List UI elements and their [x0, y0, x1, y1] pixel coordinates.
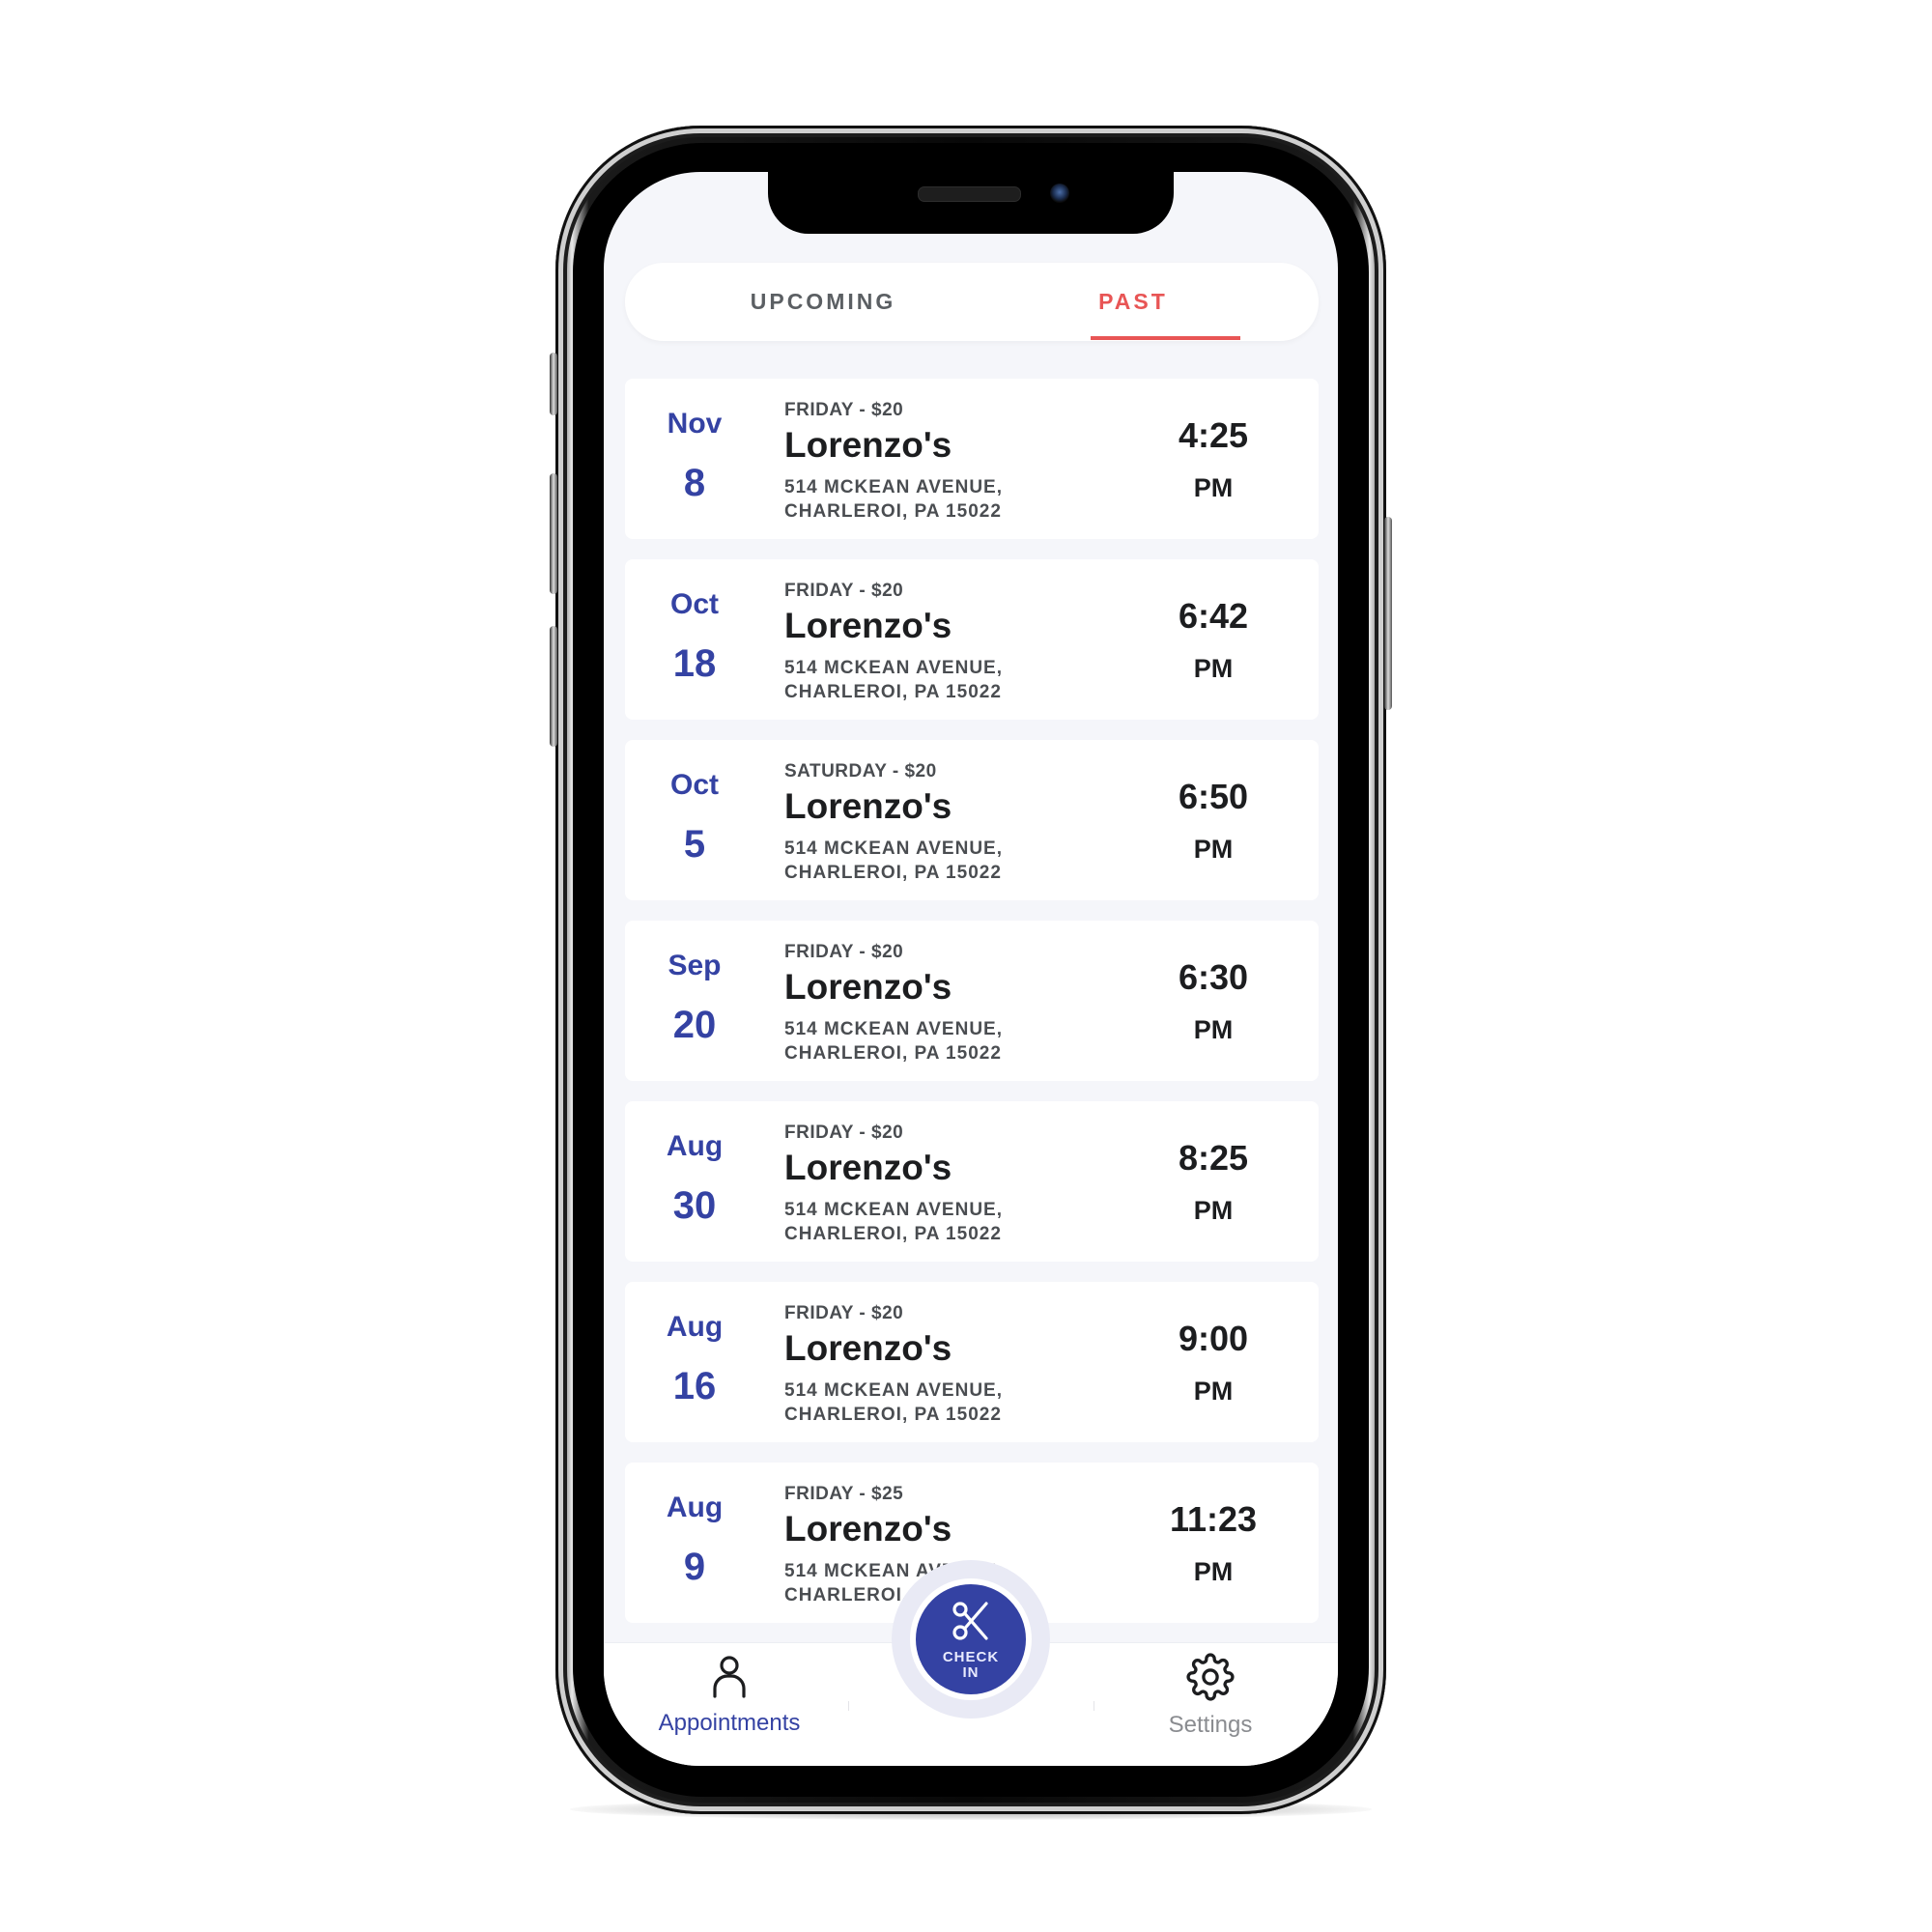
appointment-ampm: PM [1193, 1015, 1234, 1044]
check-in-label-line2: IN [962, 1664, 980, 1681]
side-button-power [1384, 517, 1392, 710]
address-line1: 514 MCKEAN AVENUE, [784, 658, 1003, 678]
appointment-day: 20 [672, 1004, 717, 1046]
gear-icon [1186, 1653, 1235, 1701]
appointment-ampm: PM [1193, 1196, 1234, 1225]
appointment-address: 514 MCKEAN AVENUE, CHARLEROI, PA 15022 [784, 1198, 1003, 1246]
appointment-ampm: PM [1193, 1557, 1234, 1586]
address-line2: CHARLEROI, PA 15022 [784, 863, 1002, 883]
appointment-month: Oct [669, 769, 719, 801]
appointment-venue: Lorenzo's [784, 967, 952, 1007]
appointment-address: 514 MCKEAN AVENUE, CHARLEROI, PA 15022 [784, 1017, 1003, 1065]
appointment-card[interactable]: Nov 8 FRIDAY - $20 Lorenzo's 514 MCKEAN … [625, 379, 1319, 539]
speaker-grille [918, 186, 1021, 202]
person-icon [713, 1656, 746, 1698]
appointment-time: 4:25 [1178, 415, 1249, 455]
appointment-address: 514 MCKEAN AVENUE, CHARLEROI, PA 15022 [784, 656, 1003, 704]
appointment-day: 9 [683, 1546, 706, 1588]
appointment-time: 6:50 [1178, 777, 1249, 816]
side-button-volume-down [550, 626, 557, 747]
appointment-month: Sep [668, 950, 722, 981]
appointment-card[interactable]: Oct 5 SATURDAY - $20 Lorenzo's 514 MCKEA… [625, 740, 1319, 900]
address-line2: CHARLEROI, PA 15022 [784, 682, 1002, 702]
side-button-volume-up [550, 473, 557, 594]
appointment-address: 514 MCKEAN AVENUE, CHARLEROI, PA 15022 [784, 837, 1003, 885]
appointment-venue: Lorenzo's [784, 606, 952, 645]
appointment-venue: Lorenzo's [784, 1148, 952, 1187]
front-camera [1050, 184, 1069, 203]
appointment-month: Aug [666, 1311, 724, 1343]
appointment-list: Nov 8 FRIDAY - $20 Lorenzo's 514 MCKEAN … [625, 379, 1319, 1643]
appointment-day: 30 [672, 1184, 717, 1227]
appointment-card[interactable]: Aug 16 FRIDAY - $20 Lorenzo's 514 MCKEAN… [625, 1282, 1319, 1442]
appointment-day: 16 [672, 1365, 717, 1407]
address-line1: 514 MCKEAN AVENUE, [784, 477, 1003, 497]
app-screen: UPCOMING PAST Nov 8 FRIDAY - $20 Lorenzo… [604, 172, 1338, 1766]
appointment-ampm: PM [1193, 473, 1234, 502]
appointment-card[interactable]: Aug 30 FRIDAY - $20 Lorenzo's 514 MCKEAN… [625, 1101, 1319, 1262]
address-line1: 514 MCKEAN AVENUE, [784, 1200, 1003, 1220]
appointment-meta: SATURDAY - $20 [784, 761, 937, 781]
appointment-day: 5 [683, 823, 706, 866]
side-button-silent [550, 353, 557, 415]
tab-bar: UPCOMING PAST [625, 263, 1319, 341]
appointment-address: 514 MCKEAN AVENUE, CHARLEROI, PA 15022 [784, 475, 1003, 524]
appointment-address: 514 MCKEAN AVENUE, CHARLEROI, PA 15022 [784, 1378, 1003, 1427]
appointment-time: 8:25 [1178, 1138, 1249, 1178]
nav-appointments[interactable]: Appointments [633, 1653, 826, 1737]
appointment-meta: FRIDAY - $25 [784, 1484, 904, 1504]
tab-upcoming[interactable]: UPCOMING [683, 263, 963, 341]
appointment-meta: FRIDAY - $20 [784, 942, 904, 962]
address-line2: CHARLEROI, PA 15022 [784, 1224, 1002, 1244]
appointment-day: 18 [672, 642, 717, 685]
address-line2: CHARLEROI, PA 15022 [784, 501, 1002, 522]
appointment-venue: Lorenzo's [784, 425, 952, 465]
check-in-label: CHECK IN [916, 1650, 1026, 1681]
appointment-meta: FRIDAY - $20 [784, 1122, 904, 1143]
tab-past[interactable]: PAST [1058, 263, 1208, 341]
scissors-icon [952, 1602, 988, 1640]
address-line2: CHARLEROI, PA 15022 [784, 1405, 1002, 1425]
nav-separator [848, 1701, 849, 1711]
nav-settings[interactable]: Settings [1114, 1653, 1307, 1739]
appointment-ampm: PM [1193, 835, 1234, 864]
nav-settings-label: Settings [1168, 1712, 1253, 1738]
appointment-ampm: PM [1193, 654, 1234, 683]
active-tab-indicator [1091, 336, 1240, 340]
address-line1: 514 MCKEAN AVENUE, [784, 838, 1003, 859]
nav-appointments-label: Appointments [658, 1710, 801, 1736]
appointment-time: 11:23 [1169, 1499, 1258, 1539]
appointment-card[interactable]: Oct 18 FRIDAY - $20 Lorenzo's 514 MCKEAN… [625, 559, 1319, 720]
appointment-card[interactable]: Sep 20 FRIDAY - $20 Lorenzo's 514 MCKEAN… [625, 921, 1319, 1081]
address-line2: CHARLEROI, PA 15022 [784, 1043, 1002, 1064]
address-line1: 514 MCKEAN AVENUE, [784, 1380, 1003, 1401]
appointment-time: 6:42 [1178, 596, 1249, 636]
appointment-venue: Lorenzo's [784, 786, 952, 826]
appointment-time: 9:00 [1178, 1319, 1249, 1358]
appointment-month: Nov [667, 408, 723, 440]
appointment-month: Aug [666, 1130, 724, 1162]
check-in-button[interactable]: CHECK IN [910, 1578, 1032, 1700]
appointment-venue: Lorenzo's [784, 1328, 952, 1368]
appointment-day: 8 [683, 462, 706, 504]
appointment-month: Aug [666, 1492, 724, 1523]
appointment-meta: FRIDAY - $20 [784, 581, 904, 601]
appointment-meta: FRIDAY - $20 [784, 400, 904, 420]
check-in-label-line1: CHECK [942, 1649, 1000, 1665]
address-line1: 514 MCKEAN AVENUE, [784, 1019, 1003, 1039]
appointment-venue: Lorenzo's [784, 1509, 952, 1548]
appointment-ampm: PM [1193, 1377, 1234, 1406]
appointment-month: Oct [669, 588, 719, 620]
appointment-meta: FRIDAY - $20 [784, 1303, 904, 1323]
appointment-time: 6:30 [1178, 957, 1249, 997]
